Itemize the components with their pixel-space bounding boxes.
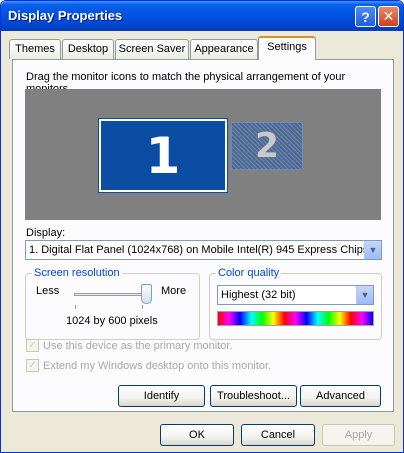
chevron-down-icon[interactable]: ▼ <box>364 241 381 259</box>
resolution-slider-thumb[interactable] <box>141 284 152 304</box>
resolution-value: 1024 by 600 pixels <box>66 315 158 327</box>
screen-resolution-title: Screen resolution <box>32 267 122 279</box>
monitor-arrangement-area: 1 2 <box>25 89 381 220</box>
resolution-slider-track[interactable] <box>74 293 144 296</box>
identify-button[interactable]: Identify <box>118 385 205 407</box>
settings-panel: Drag the monitor icons to match the phys… <box>12 59 394 412</box>
cancel-button[interactable]: Cancel <box>241 424 315 446</box>
color-quality-title: Color quality <box>216 267 282 279</box>
apply-button[interactable]: Apply <box>322 424 395 446</box>
tab-settings[interactable]: Settings <box>258 36 316 60</box>
primary-monitor-checkbox[interactable]: ✓ Use this device as the primary monitor… <box>26 339 233 352</box>
color-quality-value: Highest (32 bit) <box>221 289 296 301</box>
extend-desktop-label: Extend my Windows desktop onto this moni… <box>43 359 272 372</box>
display-properties-window: Display Properties ? ✕ Themes Desktop Sc… <box>0 0 404 453</box>
slider-tick-min <box>75 305 76 309</box>
display-select-value: 1. Digital Flat Panel (1024x768) on Mobi… <box>29 244 378 256</box>
screen-resolution-group: Screen resolution Less More 1024 by 600 … <box>25 267 200 340</box>
checkmark-icon: ✓ <box>26 359 39 372</box>
advanced-button[interactable]: Advanced <box>300 385 381 407</box>
tab-desktop[interactable]: Desktop <box>62 39 114 59</box>
display-select[interactable]: 1. Digital Flat Panel (1024x768) on Mobi… <box>25 240 382 260</box>
ok-button[interactable]: OK <box>160 424 234 446</box>
more-label: More <box>161 285 187 297</box>
troubleshoot-button[interactable]: Troubleshoot... <box>210 385 297 407</box>
monitor-1-icon[interactable]: 1 <box>99 119 227 192</box>
tab-themes[interactable]: Themes <box>9 39 61 59</box>
monitor-2-icon[interactable]: 2 <box>231 122 303 170</box>
close-icon[interactable]: ✕ <box>378 6 399 27</box>
primary-monitor-label: Use this device as the primary monitor. <box>43 339 233 352</box>
help-icon[interactable]: ? <box>355 6 376 27</box>
chevron-down-icon[interactable]: ▼ <box>356 286 373 304</box>
color-spectrum-bar <box>217 311 374 326</box>
color-quality-group: Color quality Highest (32 bit) ▼ <box>209 267 382 340</box>
window-title: Display Properties <box>8 8 123 23</box>
tab-screen-saver[interactable]: Screen Saver <box>115 39 189 59</box>
less-label: Less <box>36 285 60 297</box>
extend-desktop-checkbox[interactable]: ✓ Extend my Windows desktop onto this mo… <box>26 359 271 372</box>
display-label: Display: <box>26 227 66 239</box>
tab-appearance[interactable]: Appearance <box>190 39 258 59</box>
title-bar[interactable]: Display Properties ? ✕ <box>1 1 403 31</box>
checkmark-icon: ✓ <box>26 339 39 352</box>
color-quality-select[interactable]: Highest (32 bit) ▼ <box>217 285 374 305</box>
slider-tick-max <box>142 305 143 309</box>
